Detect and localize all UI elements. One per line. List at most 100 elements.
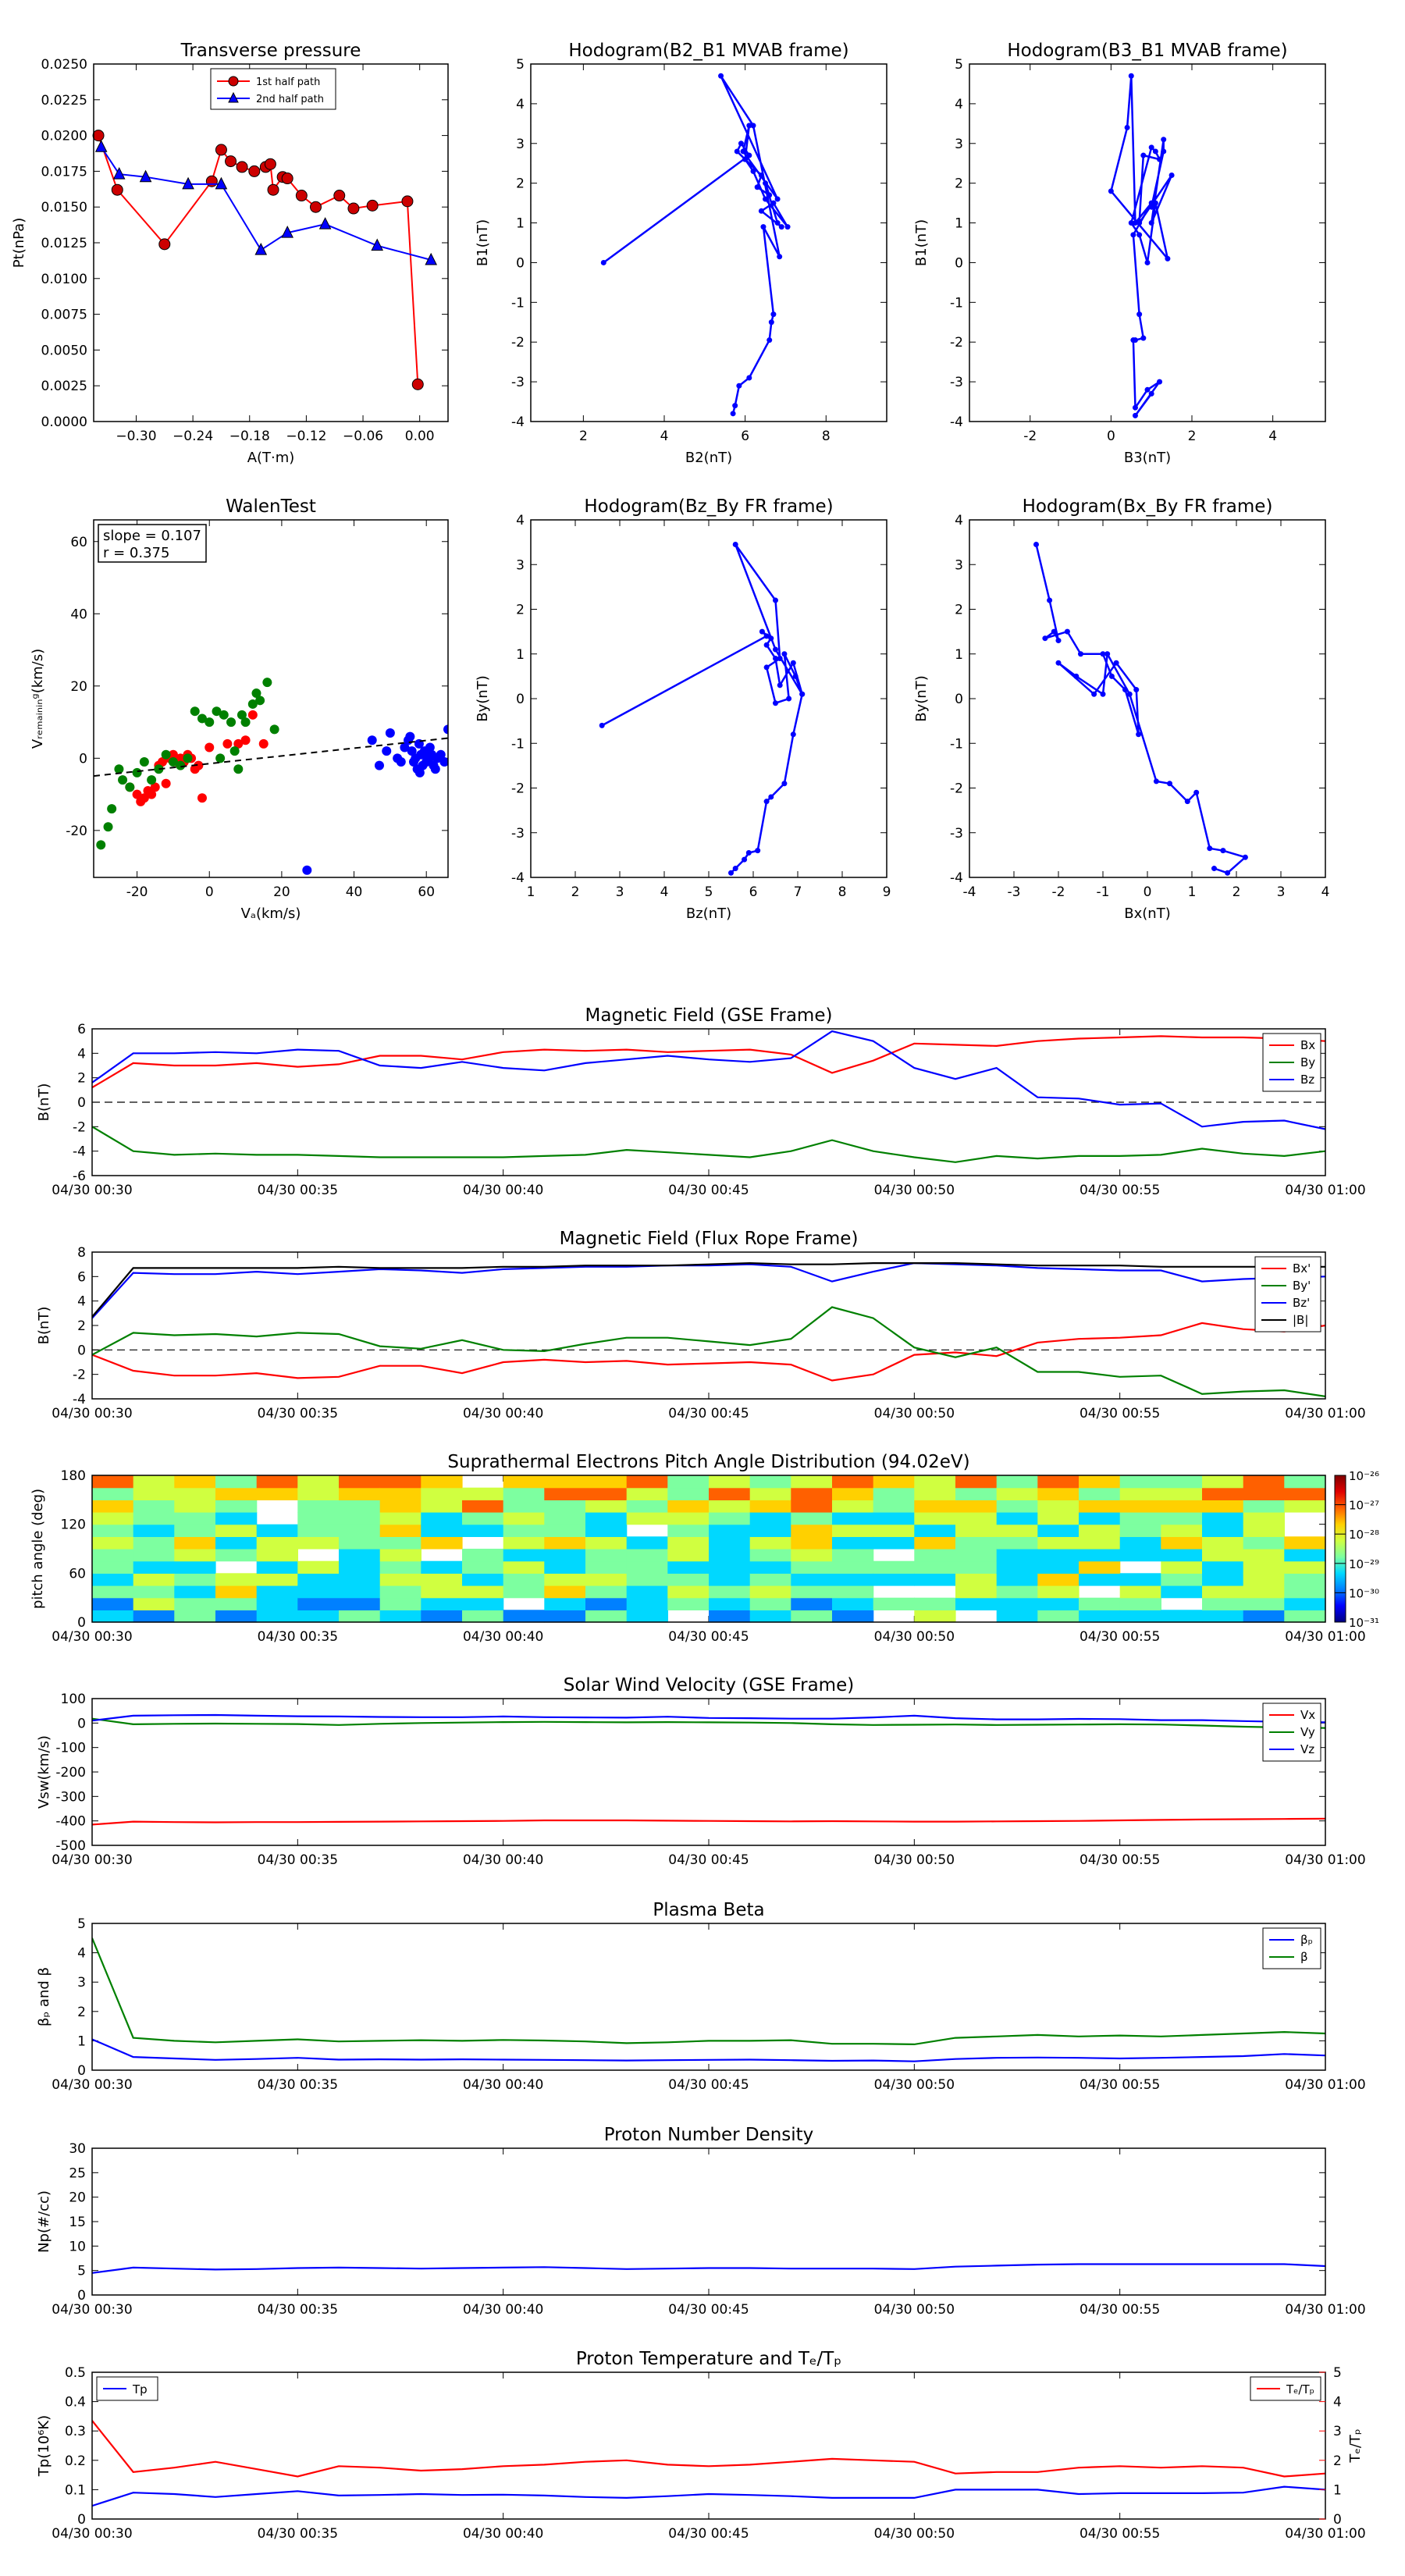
x-tick-label: 0.00 [405,429,435,444]
heatmap-cell [503,1573,545,1586]
heatmap-cell [462,1524,504,1537]
heatmap-cell [544,1487,586,1500]
data-point [790,660,796,666]
y-tick-label: 30 [69,2141,86,2157]
heatmap-cell [749,1610,791,1623]
heatmap-cell [133,1610,175,1623]
y-tick-label: 4 [77,1046,86,1062]
chart-title: Magnetic Field (GSE Frame) [585,1005,833,1026]
chart-title: Hodogram(Bz_By FR frame) [584,496,833,517]
data-point [781,651,788,657]
data-point [777,254,783,260]
x-tick-label: 04/30 00:40 [463,1406,543,1421]
y-tick-label: 6 [77,1022,86,1037]
data-point [728,870,734,876]
data-point [732,403,738,409]
heatmap-cell [544,1475,586,1489]
heatmap-cell [1037,1524,1080,1537]
heatmap-cell [1161,1585,1203,1599]
data-point [1064,628,1070,635]
data-point [1148,390,1154,397]
x-tick-label: 04/30 00:30 [52,2077,132,2093]
heatmap-cell [462,1610,504,1623]
heatmap-cell [297,1524,340,1537]
data-point [1167,781,1172,787]
heatmap-cell [92,1487,134,1500]
legend-label: |B| [1293,1313,1308,1327]
chart-title: Plasma Beta [653,1900,764,1920]
data-point [1153,778,1159,785]
heatmap-cell [1119,1610,1161,1623]
x-tick-label: -20 [126,884,148,900]
y-tick-label: 40 [70,607,87,622]
heatmap-cell [585,1549,628,1562]
data-point [745,850,752,856]
heatmap-cell [1202,1487,1244,1500]
colorbar-tick-label: 10⁻²⁶ [1349,1469,1379,1483]
y-tick-label: 20 [69,2190,86,2206]
y-tick-label: 1 [955,647,963,663]
heatmap-cell [749,1585,791,1599]
heatmap-cell [92,1549,134,1562]
data-point [1136,232,1143,238]
heatmap-cell [339,1512,381,1525]
chart-title: Proton Number Density [604,2125,814,2145]
data-point [226,717,237,728]
chart-beta: Plasma Beta 04/30 00:30 04/30 00:35 04/30 0… [36,1900,1366,2093]
x-tick-label: 6 [749,884,758,900]
heatmap-cell [709,1549,751,1562]
heatmap-cell [462,1597,504,1610]
x-tick-label: 04/30 00:35 [258,1183,338,1198]
heatmap-cell [1243,1549,1285,1562]
heatmap-cell [873,1573,915,1586]
data-point [746,375,752,381]
heatmap-cell [1202,1536,1244,1550]
x-tick-label: 04/30 00:35 [258,2077,338,2093]
heatmap-cell [626,1475,668,1489]
x-tick-label: 04/30 00:50 [874,2526,955,2542]
y-axis-label: Np(#/cc) [36,2190,52,2253]
y-tick-label: -4 [511,415,525,430]
heatmap-cell [667,1475,710,1489]
heatmap-cell [626,1585,668,1599]
heatmap-cell [174,1524,216,1537]
data-point [773,646,778,653]
heatmap-cell [421,1487,463,1500]
data-point [1132,412,1138,418]
chart-h4: Hodogram(Bx_By FR frame) -4 -3 -2 -1 0 1 2 3 4 -4 -… [913,496,1329,922]
chart-temp: Proton Temperature and Tₑ/Tₚ04/30 00:30 0… [36,2349,1366,2542]
heatmap-cell [996,1585,1038,1599]
heatmap-cell [996,1536,1038,1550]
heatmap-cell [133,1524,175,1537]
heatmap-cell [503,1500,545,1513]
heatmap-cell [996,1597,1038,1610]
heatmap-cell [1202,1512,1244,1525]
x-tick-label: 4 [660,429,669,444]
heatmap-cell [585,1573,628,1586]
series-line [1035,544,1247,874]
y-tick-label: 5 [77,1916,86,1932]
x-tick-label: 0 [205,884,214,900]
legend-label: 1st half path [256,76,320,88]
heatmap-cell [791,1524,833,1537]
x-tick-label: 04/30 00:40 [463,1183,543,1198]
y-tick-label: -2 [73,1368,86,1383]
heatmap-cell [297,1573,340,1586]
x-tick-label: 04/30 00:40 [463,1852,543,1868]
heatmap-cell [873,1536,915,1550]
y-tick-label: 0 [77,1343,86,1358]
legend-label: Bz [1300,1073,1314,1087]
heatmap-cell [1119,1597,1161,1610]
y-tick-label: 0 [955,255,963,271]
x-tick-label: 3 [1277,884,1286,900]
y-tick-label: 0 [77,2288,86,2304]
data-point [718,73,724,79]
heatmap-cell [215,1549,258,1562]
heatmap-cell [1037,1500,1080,1513]
heatmap-cell [996,1475,1038,1489]
heatmap-cell [544,1610,586,1623]
data-point [746,152,752,158]
y2-tick-label: 2 [1333,2453,1342,2469]
legend-label: Vy [1300,1725,1315,1739]
heatmap-cell [749,1524,791,1537]
